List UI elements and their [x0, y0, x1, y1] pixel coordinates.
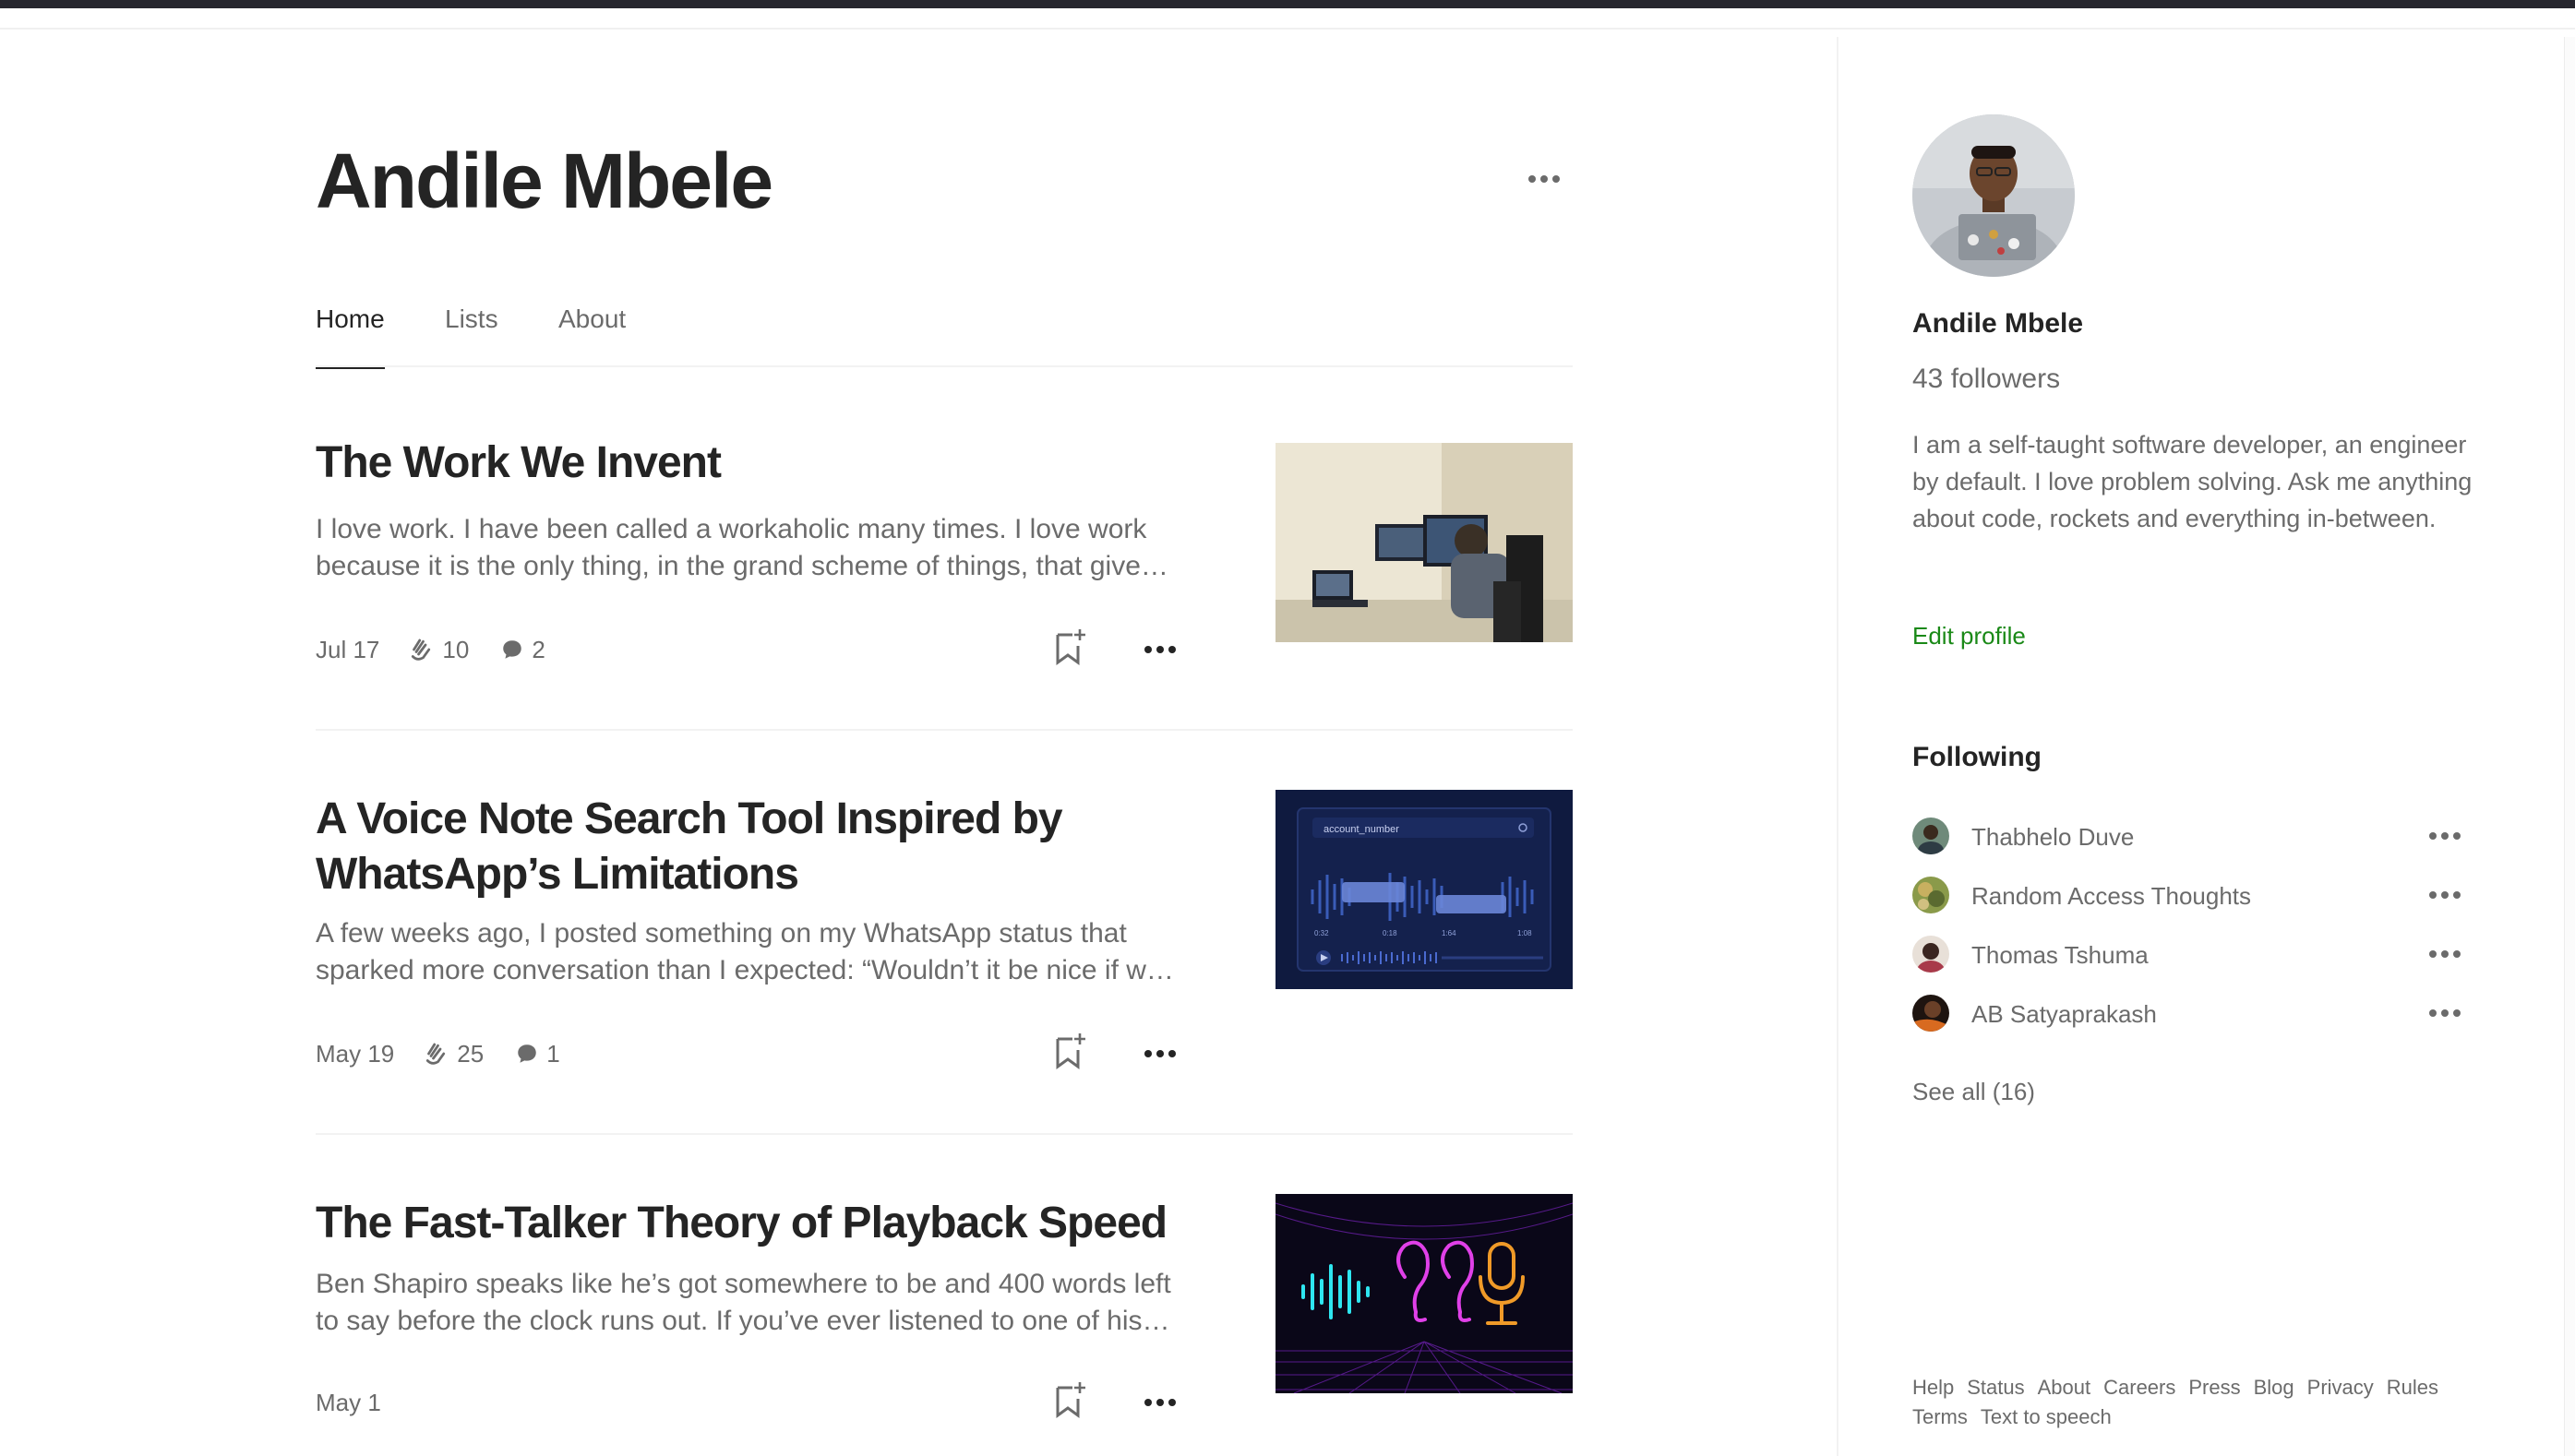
avatar[interactable]: [1912, 995, 1949, 1032]
article-thumbnail[interactable]: [1276, 443, 1573, 642]
more-icon: [2429, 950, 2437, 958]
avatar[interactable]: [1912, 877, 1949, 913]
see-all-following-link[interactable]: See all (16): [1912, 1078, 2035, 1106]
header-divider: [0, 28, 2575, 30]
footer-link-help[interactable]: Help: [1912, 1373, 1954, 1402]
following-name[interactable]: Thabhelo Duve: [1971, 823, 2134, 852]
more-icon: [1144, 646, 1152, 653]
article-meta: May 1: [316, 1384, 409, 1421]
tab-about[interactable]: About: [558, 304, 626, 367]
article-date: Jul 17: [316, 635, 380, 663]
bookmark-button[interactable]: [1052, 1380, 1089, 1421]
more-icon: [2429, 832, 2437, 840]
article-excerpt: I love work. I have been called a workah…: [316, 514, 1155, 581]
claps-count[interactable]: 10: [407, 636, 469, 664]
profile-tabs: Home Lists About: [316, 297, 1573, 369]
more-icon: [2429, 1009, 2437, 1017]
profile-bio: I am a self-taught software developer, a…: [1912, 431, 2473, 532]
comment-icon: [503, 640, 522, 659]
avatar[interactable]: [1912, 818, 1949, 854]
article-more-button[interactable]: [1137, 631, 1183, 668]
article-divider: [316, 729, 1573, 731]
bookmark-add-icon: [1056, 629, 1085, 665]
following-name[interactable]: Random Access Thoughts: [1971, 882, 2251, 911]
article-excerpt: Ben Shapiro speaks like he’s got somewhe…: [316, 1269, 1171, 1336]
article-meta: Jul 17 10 2: [316, 631, 577, 668]
claps-count[interactable]: 25: [422, 1040, 484, 1068]
sidebar-divider: [1837, 37, 1838, 1456]
scrollbar-track[interactable]: [2564, 37, 2575, 1456]
followers-count[interactable]: 43 followers: [1912, 364, 2060, 395]
following-more-button[interactable]: [2422, 997, 2468, 1030]
footer-link-rules[interactable]: Rules: [2387, 1373, 2438, 1402]
following-item[interactable]: Random Access Thoughts: [1912, 877, 2466, 913]
article-more-button[interactable]: [1137, 1384, 1183, 1421]
following-item[interactable]: AB Satyaprakash: [1912, 995, 2466, 1032]
bookmark-button[interactable]: [1052, 627, 1089, 668]
clap-icon: [412, 638, 431, 661]
bookmark-add-icon: [1056, 1033, 1085, 1069]
more-icon: [1528, 175, 1536, 183]
article-title[interactable]: A Voice Note Search Tool Inspired by Wha…: [316, 792, 1174, 902]
footer-link-blog[interactable]: Blog: [2254, 1373, 2294, 1402]
responses-count[interactable]: 2: [500, 636, 545, 664]
footer-link-press[interactable]: Press: [2188, 1373, 2240, 1402]
article-title[interactable]: The Fast-Talker Theory of Playback Speed: [316, 1196, 1174, 1251]
footer-link-status[interactable]: Status: [1967, 1373, 2024, 1402]
footer-link-terms[interactable]: Terms: [1912, 1402, 1968, 1432]
edit-profile-link[interactable]: Edit profile: [1912, 622, 2026, 650]
more-icon: [2429, 891, 2437, 899]
footer-link-privacy[interactable]: Privacy: [2307, 1373, 2374, 1402]
more-icon: [1144, 1399, 1152, 1406]
following-item[interactable]: Thomas Tshuma: [1912, 936, 2466, 973]
comment-icon: [518, 1044, 536, 1063]
avatar[interactable]: [1912, 114, 2075, 277]
article-divider: [316, 1133, 1573, 1135]
sidebar-profile-name: Andile Mbele: [1912, 308, 2084, 339]
article-meta: May 19 25 1: [316, 1035, 592, 1072]
article-thumbnail[interactable]: account_number 0:32 0:18 1:64 1:08: [1276, 790, 1573, 989]
following-more-button[interactable]: [2422, 819, 2468, 853]
thumb-time: 1:08: [1517, 929, 1532, 937]
following-more-button[interactable]: [2422, 937, 2468, 971]
article-date: May 19: [316, 1039, 395, 1068]
page-title: Andile Mbele: [316, 137, 773, 224]
footer-link-text-to-speech[interactable]: Text to speech: [1981, 1402, 2112, 1432]
thumb-time: 1:64: [1442, 929, 1456, 937]
article-thumbnail[interactable]: [1276, 1194, 1573, 1393]
tab-home[interactable]: Home: [316, 304, 385, 369]
following-name[interactable]: AB Satyaprakash: [1971, 1000, 2157, 1029]
footer-link-careers[interactable]: Careers: [2103, 1373, 2175, 1402]
article-title[interactable]: The Work We Invent: [316, 436, 1174, 491]
footer-links: Help Status About Careers Press Blog Privacy Ru…: [1912, 1373, 2466, 1432]
bookmark-button[interactable]: [1052, 1032, 1089, 1072]
following-item[interactable]: Thabhelo Duve: [1912, 818, 2466, 854]
more-icon: [1144, 1050, 1152, 1057]
clap-icon: [426, 1043, 446, 1065]
footer-link-about[interactable]: About: [2038, 1373, 2091, 1402]
profile-more-button[interactable]: [1521, 162, 1567, 196]
avatar[interactable]: [1912, 936, 1949, 973]
browser-top-bar: [0, 0, 2575, 8]
article-date: May 1: [316, 1388, 381, 1416]
following-heading: Following: [1912, 742, 2042, 772]
thumb-search-text: account_number: [1323, 824, 1399, 835]
following-name[interactable]: Thomas Tshuma: [1971, 941, 2149, 970]
thumb-time: 0:18: [1383, 929, 1397, 937]
thumb-time: 0:32: [1314, 929, 1329, 937]
bookmark-add-icon: [1056, 1382, 1085, 1418]
tab-lists[interactable]: Lists: [445, 304, 498, 367]
responses-count[interactable]: 1: [515, 1040, 560, 1068]
following-more-button[interactable]: [2422, 878, 2468, 912]
article-more-button[interactable]: [1137, 1035, 1183, 1072]
article-excerpt: A few weeks ago, I posted something on m…: [316, 918, 1162, 985]
